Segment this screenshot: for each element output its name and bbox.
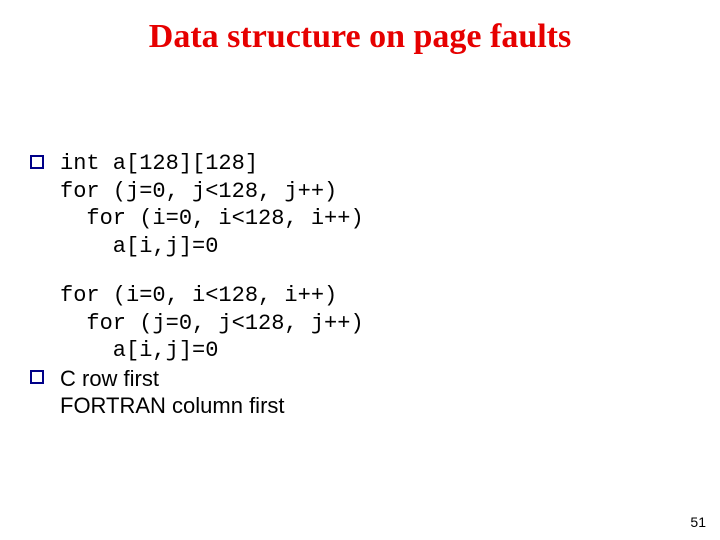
code-line: for (i=0, i<128, i++): [60, 282, 660, 310]
code-line: int a[128][128]: [60, 150, 660, 178]
note-block: C row first FORTRAN column first: [60, 365, 660, 420]
bullet-icon: [30, 370, 44, 384]
slide-body: int a[128][128] for (j=0, j<128, j++) fo…: [60, 150, 660, 442]
code-block-2: for (i=0, i<128, i++) for (j=0, j<128, j…: [60, 282, 660, 365]
code-line: a[i,j]=0: [60, 233, 660, 261]
slide: Data structure on page faults int a[128]…: [0, 0, 720, 540]
code-line: for (i=0, i<128, i++): [60, 205, 660, 233]
code-line: for (j=0, j<128, j++): [60, 178, 660, 206]
slide-title: Data structure on page faults: [0, 18, 720, 56]
code-block-1: int a[128][128] for (j=0, j<128, j++) fo…: [60, 150, 660, 260]
note-line: C row first: [60, 365, 660, 393]
code-line: for (j=0, j<128, j++): [60, 310, 660, 338]
code-line: a[i,j]=0: [60, 337, 660, 365]
bullet-icon: [30, 155, 44, 169]
note-line: FORTRAN column first: [60, 392, 660, 420]
page-number: 51: [690, 514, 706, 530]
